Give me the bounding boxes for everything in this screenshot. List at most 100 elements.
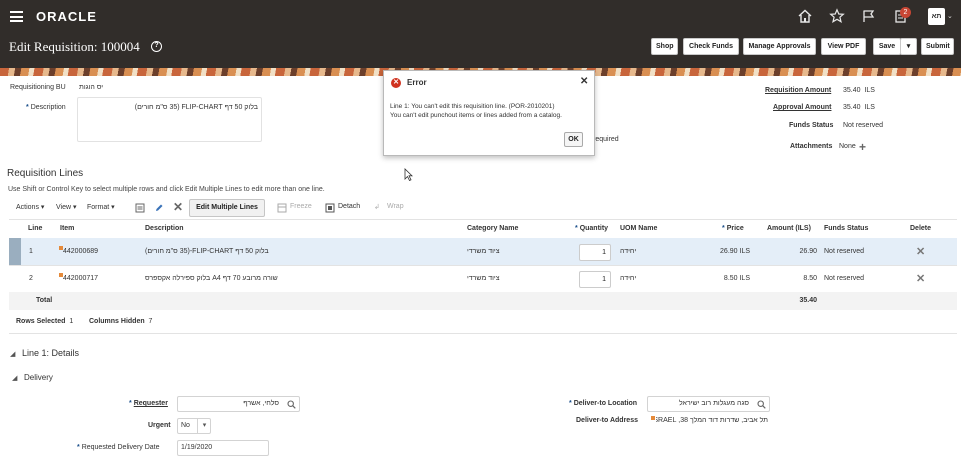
navigator-menu-icon[interactable]: [10, 11, 23, 22]
search-icon[interactable]: [287, 400, 296, 409]
chevron-down-icon[interactable]: ▾: [197, 418, 211, 434]
actions-menu[interactable]: Actions ▾: [16, 203, 44, 211]
col-amount[interactable]: Amount (ILS): [767, 225, 811, 232]
requester-label: * Requester: [129, 400, 168, 407]
delete-line-icon[interactable]: ✕: [173, 200, 183, 214]
attachments-value: None: [839, 143, 856, 150]
check-funds-button[interactable]: Check Funds: [683, 38, 739, 55]
deliver-to-address-label: Deliver-to Address: [576, 417, 638, 424]
row-funds-status: Not reserved: [824, 248, 865, 255]
urgent-label: Urgent: [148, 422, 171, 429]
requested-delivery-date-input[interactable]: 1/19/2020: [177, 440, 269, 456]
total-value: 35.40: [799, 297, 817, 304]
page-title: Edit Requisition: 100004: [9, 39, 140, 54]
col-description[interactable]: Description: [145, 225, 184, 232]
close-icon[interactable]: ✕: [580, 76, 588, 87]
total-label: Total: [36, 297, 53, 304]
oracle-logo: ORACLE: [36, 9, 97, 24]
save-menu-chevron-icon[interactable]: ▾: [900, 38, 917, 55]
freeze-button[interactable]: Freeze: [290, 203, 312, 210]
dialog-title: Error: [407, 78, 427, 87]
error-icon: ✕: [391, 78, 401, 88]
row-selector[interactable]: [9, 238, 21, 265]
add-attachment-icon[interactable]: +: [859, 140, 866, 154]
row-description: שורה מרובע 70 דף A4 בלוק ספירלה אקספרס: [145, 275, 278, 282]
col-funds-status[interactable]: Funds Status: [824, 225, 868, 232]
col-quantity[interactable]: * Quantity: [575, 225, 608, 232]
requisitioning-bu-value: יס הוגות: [79, 84, 104, 91]
rows-selected-status: Rows Selected 1: [16, 318, 74, 325]
row-price: 8.50 ILS: [723, 275, 750, 282]
row-description: בלוק 50 דף FLIP-CHART-(35 ס"מ חורים): [145, 248, 269, 255]
user-avatar[interactable]: תא: [928, 8, 945, 25]
col-item[interactable]: Item: [60, 225, 74, 232]
view-pdf-button[interactable]: View PDF: [821, 38, 866, 55]
notifications-count-badge: 2: [900, 7, 911, 18]
watchlist-flag-icon[interactable]: [861, 8, 877, 24]
export-icon[interactable]: [135, 203, 145, 213]
deliver-to-location-input[interactable]: סגה מעגלות רוב ישיראל: [647, 396, 770, 412]
user-menu-chevron-icon[interactable]: ⌄: [947, 12, 953, 20]
dialog-message-line1: Line 1: You can't edit this requisition …: [390, 103, 555, 110]
col-line[interactable]: Line: [28, 225, 42, 232]
row-price: 26.90 ILS: [720, 248, 750, 255]
global-header: [0, 0, 961, 34]
deliver-to-location-label: * Deliver-to Location: [569, 400, 638, 407]
page-header: [0, 34, 961, 68]
delete-row-icon[interactable]: ✕: [916, 272, 925, 285]
help-icon[interactable]: ?: [151, 41, 162, 52]
quantity-input[interactable]: 1: [579, 244, 611, 261]
address-marker-icon: [651, 416, 655, 420]
row-amount: 8.50: [803, 275, 817, 282]
delete-row-icon[interactable]: ✕: [916, 245, 925, 258]
home-icon[interactable]: [797, 8, 813, 24]
row-item[interactable]: 442000689: [63, 248, 98, 255]
requester-input[interactable]: סלחי, אשרף: [177, 396, 300, 412]
edit-pencil-icon[interactable]: [154, 203, 164, 213]
detach-button[interactable]: Detach: [338, 203, 360, 210]
dialog-message-line2: You can't edit punchout items or lines a…: [390, 112, 562, 119]
col-uom-name[interactable]: UOM Name: [620, 225, 657, 232]
quantity-input[interactable]: 1: [579, 271, 611, 288]
row-item[interactable]: 442000717: [63, 275, 98, 282]
funds-status-value: Not reserved: [843, 122, 884, 129]
error-dialog: ✕ Error ✕ Line 1: You can't edit this re…: [383, 70, 595, 156]
required-partial-label: required: [593, 136, 619, 143]
ok-button[interactable]: OK: [564, 132, 583, 147]
row-uom: יחידה: [620, 275, 637, 282]
row-category: ציוד משרדי: [467, 275, 500, 282]
funds-status-label: Funds Status: [789, 122, 834, 129]
requisition-lines-hint: Use Shift or Control Key to select multi…: [8, 186, 325, 193]
attachments-label: Attachments: [790, 143, 833, 150]
row-line-number: 2: [29, 275, 33, 282]
search-icon[interactable]: [757, 400, 766, 409]
view-menu[interactable]: View ▾: [56, 203, 77, 211]
delivery-title: Delivery: [24, 373, 53, 382]
columns-hidden-status: Columns Hidden 7: [89, 318, 153, 325]
collapse-details-icon[interactable]: ◢: [10, 350, 15, 358]
col-category-name[interactable]: Category Name: [467, 225, 518, 232]
deliver-to-address-value: תל אביב, שדרות דוד המלך 38, ISRAEL: [656, 417, 768, 424]
freeze-icon[interactable]: [277, 203, 287, 213]
submit-button[interactable]: Submit: [921, 38, 954, 55]
row-amount: 26.90: [799, 248, 817, 255]
detach-icon[interactable]: [325, 203, 335, 213]
col-delete[interactable]: Delete: [910, 225, 931, 232]
approval-amount-label[interactable]: Approval Amount: [773, 104, 831, 111]
favorites-star-icon[interactable]: [829, 8, 845, 24]
manage-approvals-button[interactable]: Manage Approvals: [743, 38, 816, 55]
table-top-divider: [9, 219, 957, 220]
collapse-delivery-icon[interactable]: ◢: [12, 374, 17, 382]
requisition-amount-label[interactable]: Requisition Amount: [765, 87, 831, 94]
format-menu[interactable]: Format ▾: [87, 203, 115, 211]
section-divider: [9, 333, 957, 334]
approval-amount-value: 35.40 ILS: [843, 104, 875, 111]
wrap-button[interactable]: Wrap: [387, 203, 404, 210]
wrap-icon[interactable]: ↲: [374, 203, 380, 211]
col-price[interactable]: * Price: [722, 225, 744, 232]
save-button[interactable]: Save: [873, 38, 901, 55]
requisitioning-bu-label: Requisitioning BU: [10, 84, 66, 91]
row-divider: [9, 265, 957, 266]
shop-button[interactable]: Shop: [651, 38, 678, 55]
edit-multiple-lines-button[interactable]: Edit Multiple Lines: [189, 199, 265, 217]
